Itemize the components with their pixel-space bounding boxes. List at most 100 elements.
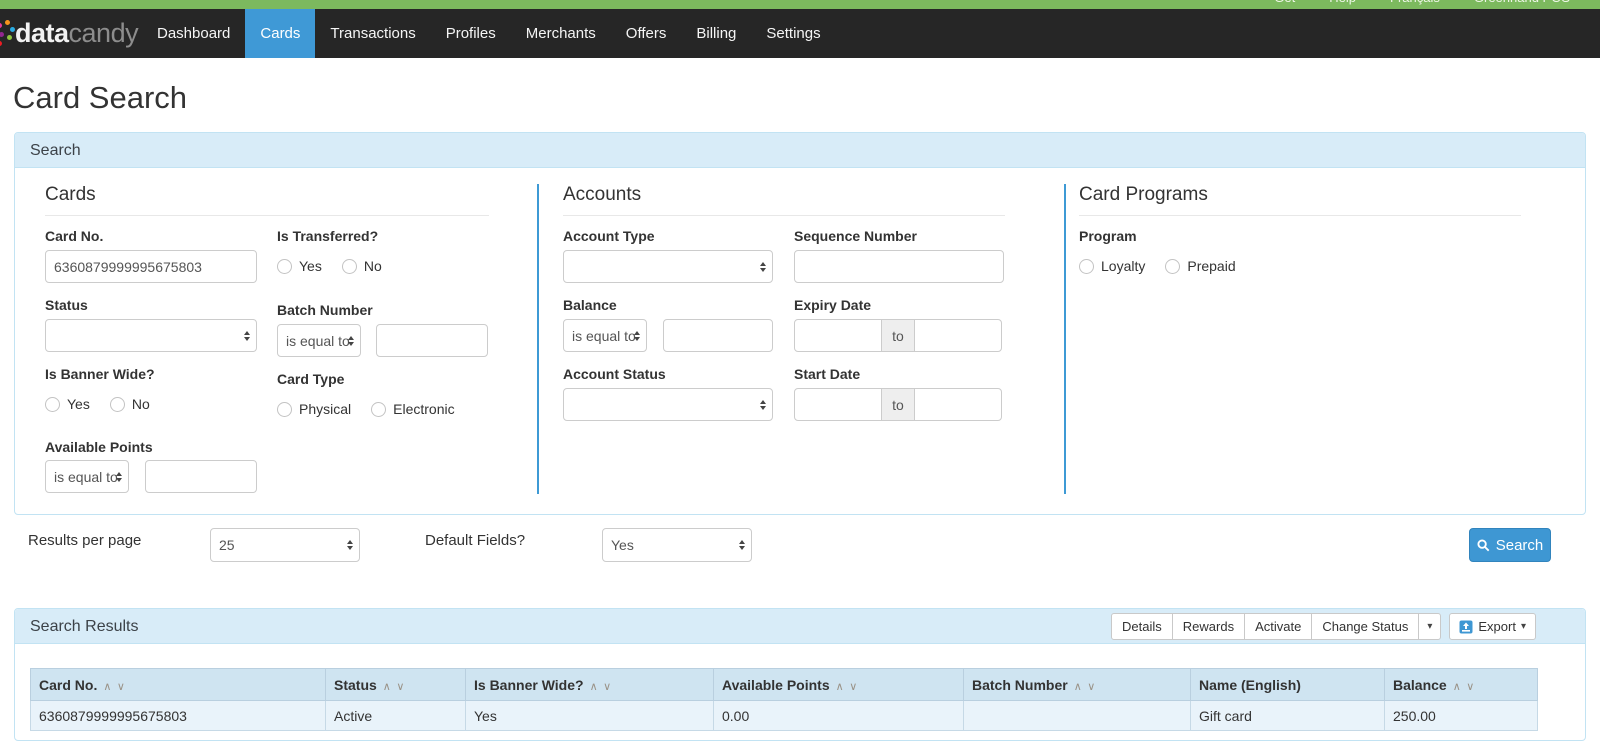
details-button[interactable]: Details: [1111, 613, 1173, 640]
search-panel-body: Cards Card No. Is Transferred? Yes No St…: [15, 168, 1585, 514]
topbar: Get Help Français Greenhand POS: [0, 0, 1600, 9]
search-results-heading: Search Results Details Rewards Activate …: [15, 609, 1585, 644]
rewards-button[interactable]: Rewards: [1172, 613, 1245, 640]
nav-item-cards[interactable]: Cards: [245, 9, 315, 58]
expiry-date-from-input[interactable]: [794, 319, 882, 352]
expiry-date-to-input[interactable]: [914, 319, 1002, 352]
cards-section-heading: Cards: [45, 184, 489, 216]
card-type-electronic-label: Electronic: [393, 401, 454, 417]
is-transferred-label: Is Transferred?: [277, 228, 378, 244]
batch-number-input[interactable]: [376, 324, 488, 357]
topbar-link-3[interactable]: Greenhand POS: [1474, 0, 1570, 5]
cell-balance: 250.00: [1385, 701, 1538, 731]
is-banner-wide-no-radio[interactable]: [110, 397, 125, 412]
search-panel-heading: Search: [15, 133, 1585, 168]
cell-name-english: Gift card: [1191, 701, 1385, 731]
is-transferred-yes-radio[interactable]: [277, 259, 292, 274]
select-arrows-icon: [634, 331, 640, 341]
start-date-to-input[interactable]: [914, 388, 1002, 421]
search-button[interactable]: Search: [1469, 528, 1551, 562]
balance-input[interactable]: [663, 319, 773, 352]
nav-item-merchants[interactable]: Merchants: [511, 9, 611, 58]
nav-item-billing[interactable]: Billing: [681, 9, 751, 58]
status-label: Status: [45, 297, 88, 313]
col-header-balance[interactable]: Balance∧ ∨: [1385, 669, 1538, 701]
sequence-number-label: Sequence Number: [794, 228, 917, 244]
is-transferred-yes-label: Yes: [299, 258, 322, 274]
nav-item-offers[interactable]: Offers: [611, 9, 682, 58]
account-type-label: Account Type: [563, 228, 655, 244]
datacandy-logo[interactable]: datacandy: [0, 9, 138, 58]
status-select[interactable]: [45, 319, 257, 352]
sort-icons[interactable]: ∧ ∨: [103, 680, 126, 693]
nav-item-dashboard[interactable]: Dashboard: [142, 9, 245, 58]
is-banner-wide-no-label: No: [132, 396, 150, 412]
results-toolbar: Details Rewards Activate Change Status ▾…: [1111, 613, 1536, 640]
col-header-available-points[interactable]: Available Points∧ ∨: [714, 669, 964, 701]
select-arrows-icon: [760, 400, 766, 410]
program-loyalty-radio[interactable]: [1079, 259, 1094, 274]
is-transferred-no-radio[interactable]: [342, 259, 357, 274]
card-no-input[interactable]: [45, 250, 257, 283]
caret-down-icon: ▾: [1427, 621, 1432, 632]
main-content: Card Search Search Cards Card No. Is Tra…: [0, 58, 1600, 741]
is-banner-wide-radios: Yes No: [45, 396, 150, 412]
card-type-electronic-radio[interactable]: [371, 402, 386, 417]
cell-card-no: 6360879999995675803: [31, 701, 326, 731]
program-radios: Loyalty Prepaid: [1079, 258, 1236, 274]
select-arrows-icon: [348, 336, 354, 346]
navbar: datacandy Dashboard Cards Transactions P…: [0, 9, 1600, 58]
col-header-batch-number[interactable]: Batch Number∧ ∨: [964, 669, 1191, 701]
cell-available-points: 0.00: [714, 701, 964, 731]
expiry-date-range: to: [794, 319, 1002, 352]
select-arrows-icon: [739, 540, 745, 550]
is-banner-wide-yes-radio[interactable]: [45, 397, 60, 412]
card-no-label: Card No.: [45, 228, 103, 244]
available-points-operator-select[interactable]: is equal to: [45, 460, 129, 493]
activate-button[interactable]: Activate: [1244, 613, 1312, 640]
table-row[interactable]: 6360879999995675803 Active Yes 0.00 Gift…: [31, 701, 1538, 731]
account-type-select[interactable]: [563, 250, 773, 283]
more-actions-dropdown-button[interactable]: ▾: [1418, 613, 1441, 640]
sort-icons[interactable]: ∧ ∨: [1074, 680, 1097, 693]
card-type-physical-radio[interactable]: [277, 402, 292, 417]
balance-operator-select[interactable]: is equal to: [563, 319, 647, 352]
available-points-input[interactable]: [145, 460, 257, 493]
export-button[interactable]: Export ▾: [1449, 613, 1536, 640]
results-per-page-select[interactable]: 25: [210, 528, 360, 562]
program-prepaid-radio[interactable]: [1165, 259, 1180, 274]
col-header-status[interactable]: Status∧ ∨: [326, 669, 466, 701]
sort-icons[interactable]: ∧ ∨: [383, 680, 406, 693]
nav-item-profiles[interactable]: Profiles: [431, 9, 511, 58]
batch-number-operator-select[interactable]: is equal to: [277, 324, 361, 357]
sort-icons[interactable]: ∧ ∨: [590, 680, 613, 693]
account-status-select[interactable]: [563, 388, 773, 421]
sort-icons[interactable]: ∧ ∨: [1453, 680, 1476, 693]
sequence-number-input[interactable]: [794, 250, 1004, 283]
search-icon: [1477, 539, 1490, 552]
default-fields-select[interactable]: Yes: [602, 528, 752, 562]
column-divider: [1064, 184, 1066, 494]
cell-batch-number: [964, 701, 1191, 731]
default-fields-label: Default Fields?: [425, 532, 525, 549]
change-status-button[interactable]: Change Status: [1311, 613, 1419, 640]
is-transferred-radios: Yes No: [277, 258, 382, 274]
nav-item-transactions[interactable]: Transactions: [315, 9, 430, 58]
cell-status: Active: [326, 701, 466, 731]
topbar-link-2[interactable]: Français: [1390, 0, 1440, 5]
topbar-link-0[interactable]: Get: [1274, 0, 1295, 5]
topbar-links: Get Help Français Greenhand POS: [1274, 0, 1570, 5]
caret-down-icon: ▾: [1521, 621, 1526, 632]
start-date-range: to: [794, 388, 1002, 421]
col-header-card-no[interactable]: Card No.∧ ∨: [31, 669, 326, 701]
topbar-link-1[interactable]: Help: [1329, 0, 1356, 5]
batch-number-label: Batch Number: [277, 302, 373, 318]
nav-item-settings[interactable]: Settings: [751, 9, 835, 58]
cell-is-banner-wide: Yes: [466, 701, 714, 731]
start-date-from-input[interactable]: [794, 388, 882, 421]
col-header-is-banner-wide[interactable]: Is Banner Wide?∧ ∨: [466, 669, 714, 701]
start-date-label: Start Date: [794, 366, 860, 382]
results-table-header-row: Card No.∧ ∨ Status∧ ∨ Is Banner Wide?∧ ∨…: [31, 669, 1538, 701]
select-arrows-icon: [116, 472, 122, 482]
sort-icons[interactable]: ∧ ∨: [836, 680, 859, 693]
